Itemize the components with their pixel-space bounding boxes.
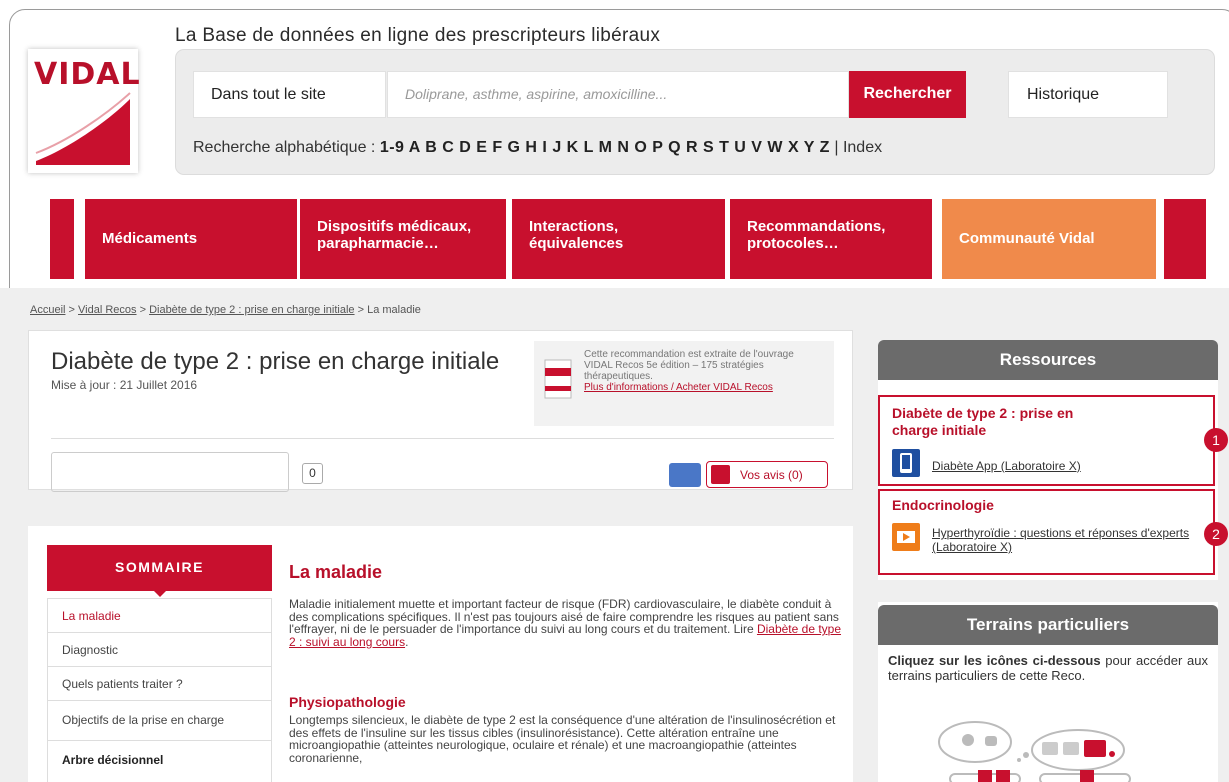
- search-input[interactable]: Doliprane, asthme, aspirine, amoxicillin…: [387, 71, 849, 118]
- rating-field[interactable]: [51, 452, 289, 492]
- breadcrumb-sep: >: [65, 304, 79, 316]
- book-link[interactable]: Plus d'informations / Acheter VIDAL Reco…: [584, 382, 824, 393]
- main-nav: Médicaments Dispositifs médicaux, paraph…: [0, 199, 1229, 279]
- nav-dispositifs[interactable]: Dispositifs médicaux, parapharmacie…: [300, 199, 506, 279]
- sommaire-item-la-maladie[interactable]: La maladie: [47, 598, 272, 633]
- search-button[interactable]: Rechercher: [849, 71, 966, 118]
- alphabetical-search: Recherche alphabétique : 1-9 A B C D E F…: [193, 139, 882, 157]
- sommaire-item-objectifs[interactable]: Objectifs de la prise en charge: [47, 701, 272, 741]
- card-divider: [51, 438, 834, 439]
- terrains-text: Cliquez sur les icônes ci-dessous pour a…: [888, 653, 1208, 683]
- vidal-logo[interactable]: VIDAL: [28, 49, 141, 173]
- breadcrumb: Accueil > Vidal Recos > Diabète de type …: [30, 304, 421, 316]
- article-paragraph-1: Maladie initialement muette et important…: [289, 598, 844, 648]
- nav-medicaments[interactable]: Médicaments: [85, 199, 297, 279]
- terrains-icons[interactable]: [930, 720, 1150, 782]
- breadcrumb-diabete[interactable]: Diabète de type 2 : prise en charge init…: [149, 304, 354, 316]
- resource-link-hyperthyroidie[interactable]: Hyperthyroïdie : questions et réponses d…: [932, 526, 1192, 554]
- video-icon: [892, 523, 920, 551]
- resource-title-diabete: Diabète de type 2 : prise en charge init…: [892, 405, 1074, 438]
- sommaire-item-patients[interactable]: Quels patients traiter ?: [47, 667, 272, 701]
- terrains-text-bold: Cliquez sur les icônes ci-dessous: [888, 653, 1101, 668]
- resource-link-diabete-app[interactable]: Diabète App (Laboratoire X): [932, 459, 1081, 473]
- nav-interactions-label: Interactions, équivalences: [529, 218, 624, 252]
- nav-recommandations-label: Recommandations, protocoles…: [747, 218, 886, 252]
- sommaire-item-arbre[interactable]: Arbre décisionnel: [47, 741, 272, 782]
- sommaire-item-diagnostic[interactable]: Diagnostic: [47, 633, 272, 667]
- rating-count: 0: [302, 463, 323, 484]
- book-icon: [544, 359, 572, 399]
- search-scope-select[interactable]: Dans tout le site: [193, 71, 386, 118]
- alpha-letters[interactable]: 1-9 A B C D E F G H I J K L M N O P Q R …: [380, 139, 830, 156]
- history-button[interactable]: Historique: [1008, 71, 1168, 118]
- nav-dispositifs-label: Dispositifs médicaux, parapharmacie…: [317, 218, 472, 252]
- avis-button[interactable]: Vos avis (0): [706, 461, 828, 488]
- title-card: Diabète de type 2 : prise en charge init…: [28, 330, 853, 492]
- avis-label: Vos avis (0): [740, 468, 803, 482]
- nav-communaute[interactable]: Communauté Vidal: [942, 199, 1156, 279]
- nav-stub-left: [50, 199, 74, 279]
- article-subheading: Physiopathologie: [289, 694, 406, 710]
- resource-title-endocrinologie: Endocrinologie: [892, 497, 994, 513]
- article-paragraph-2: Longtemps silencieux, le diabète de type…: [289, 713, 836, 765]
- book-description: Cette recommandation est extraite de l'o…: [584, 349, 794, 382]
- breadcrumb-current: La maladie: [367, 304, 421, 316]
- index-link[interactable]: Index: [843, 139, 882, 156]
- nav-recommandations[interactable]: Recommandations, protocoles…: [730, 199, 932, 279]
- terrains-header: Terrains particuliers: [878, 605, 1218, 645]
- share-button[interactable]: [669, 463, 701, 487]
- article-heading: La maladie: [289, 562, 383, 582]
- breadcrumb-sep: >: [354, 304, 368, 316]
- index-separator: |: [829, 139, 843, 156]
- badge-2: 2: [1204, 522, 1228, 546]
- book-promo: Cette recommandation est extraite de l'o…: [534, 341, 834, 426]
- resource-box-endocrinologie: Endocrinologie Hyperthyroïdie : question…: [878, 489, 1215, 575]
- alpha-label: Recherche alphabétique :: [193, 139, 376, 156]
- search-panel: Dans tout le site Doliprane, asthme, asp…: [175, 49, 1215, 175]
- sommaire-header: SOMMAIRE: [47, 545, 272, 591]
- sommaire-notch: [152, 589, 168, 597]
- breadcrumb-home[interactable]: Accueil: [30, 304, 65, 316]
- update-date: Mise à jour : 21 Juillet 2016: [51, 378, 198, 392]
- resources-header: Ressources: [878, 340, 1218, 380]
- site-tagline: La Base de données en ligne des prescrip…: [175, 25, 661, 46]
- comment-icon: [711, 465, 730, 484]
- page-title: Diabète de type 2 : prise en charge init…: [51, 348, 500, 375]
- resource-box-diabete: Diabète de type 2 : prise en charge init…: [878, 395, 1215, 486]
- nav-stub-right: [1164, 199, 1206, 279]
- nav-interactions[interactable]: Interactions, équivalences: [512, 199, 725, 279]
- tablet-icon: [892, 449, 920, 477]
- breadcrumb-sep: >: [136, 304, 150, 316]
- breadcrumb-vidal-recos[interactable]: Vidal Recos: [78, 304, 137, 316]
- article-p1-end: .: [405, 634, 409, 649]
- book-text-block: Cette recommandation est extraite de l'o…: [584, 349, 824, 393]
- logo-text: VIDAL: [34, 57, 141, 92]
- badge-1: 1: [1204, 428, 1228, 452]
